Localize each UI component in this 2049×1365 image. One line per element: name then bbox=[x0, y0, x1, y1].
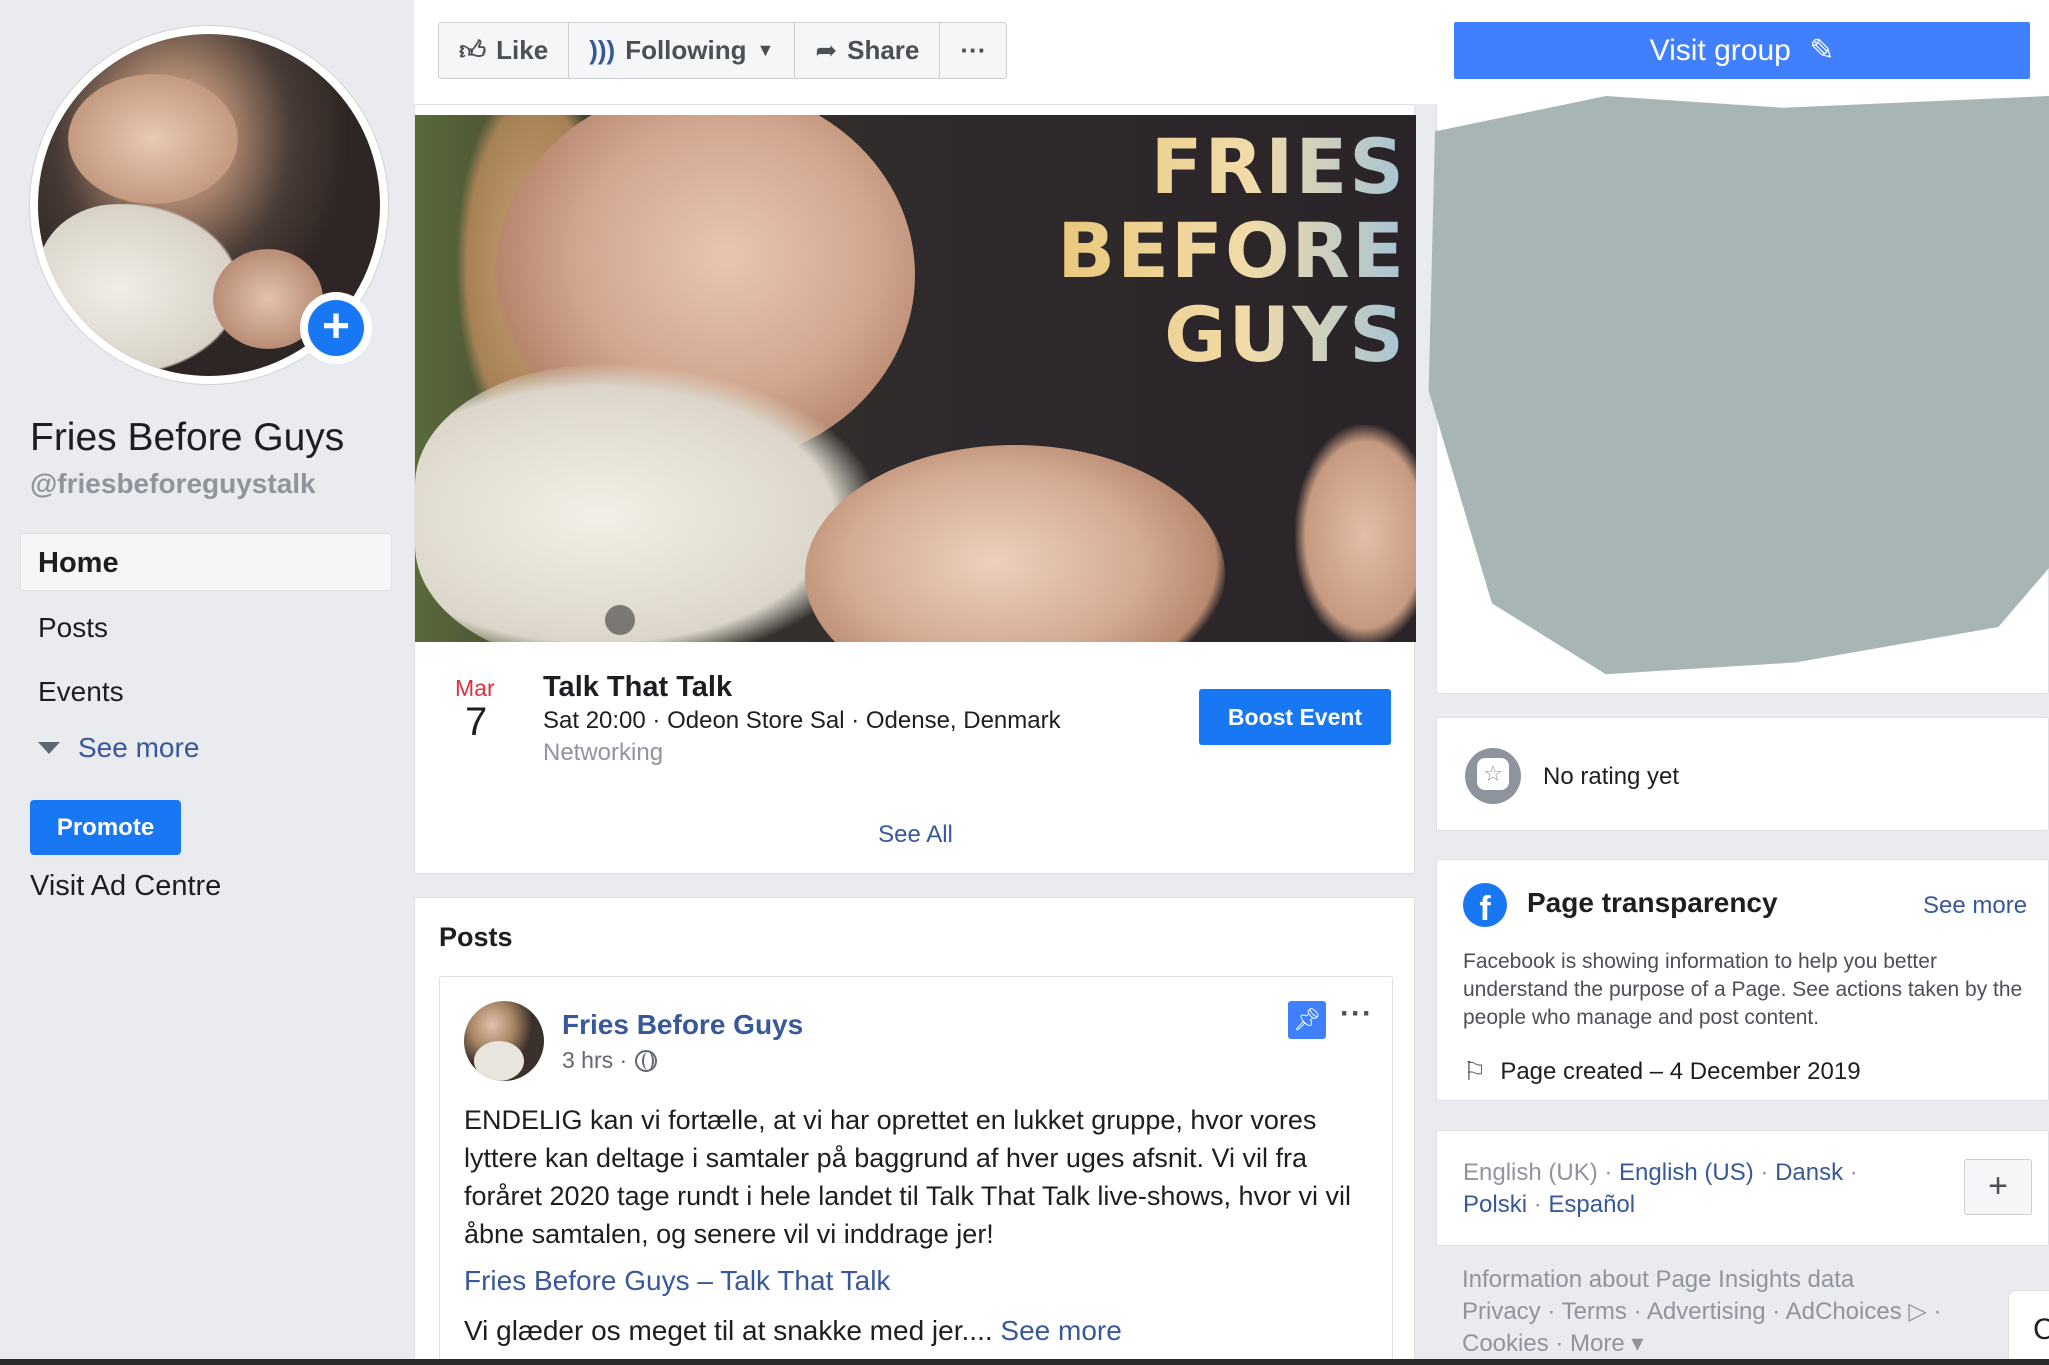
language-list: English (UK) · English (US) · Dansk · Po… bbox=[1463, 1159, 1858, 1218]
language-card: English (UK) · English (US) · Dansk · Po… bbox=[1436, 1130, 2049, 1246]
following-button[interactable]: ))) Following ▼ bbox=[569, 23, 796, 78]
visit-group-button[interactable]: Visit group ✎ bbox=[1454, 22, 2030, 79]
footer-links-more[interactable]: Cookies · More ▾ bbox=[1462, 1328, 2032, 1360]
post-link[interactable]: Fries Before Guys – Talk That Talk bbox=[464, 1265, 890, 1297]
cover-title-line-1: FRIES bbox=[1057, 125, 1406, 209]
flag-icon: ⚐ bbox=[1463, 1056, 1487, 1086]
review-icon bbox=[1465, 748, 1521, 804]
language-polski[interactable]: Polski bbox=[1463, 1191, 1527, 1218]
post-body-snippet: Vi glæder os meget til at snakke med jer… bbox=[464, 1315, 993, 1346]
cover-title-text: FRIES BEFORE GUYS bbox=[1057, 125, 1406, 377]
page-footer: Information about Page Insights data Pri… bbox=[1462, 1264, 2032, 1360]
pinned-post: Fries Before Guys 3 hrs · 📌︎ ··· ENDELIG… bbox=[439, 976, 1393, 1365]
post-timestamp[interactable]: 3 hrs · bbox=[562, 1047, 627, 1074]
share-button[interactable]: ➦ Share bbox=[795, 23, 941, 78]
rating-card: No rating yet bbox=[1436, 717, 2049, 831]
language-espanol[interactable]: Español bbox=[1548, 1191, 1635, 1218]
rating-text: No rating yet bbox=[1543, 763, 1680, 790]
pencil-icon: ✎ bbox=[1809, 34, 1835, 67]
pin-icon[interactable]: 📌︎ bbox=[1288, 1001, 1326, 1039]
footer-links[interactable]: Privacy · Terms · Advertising · AdChoice… bbox=[1462, 1296, 2032, 1328]
cover-title-line-3: GUYS bbox=[1057, 293, 1406, 377]
page-created-info: ⚐ Page created – 4 December 2019 bbox=[1463, 1056, 1861, 1087]
sidebar-see-more[interactable]: See more bbox=[38, 732, 199, 764]
page-transparency-card: f Page transparency See more Facebook is… bbox=[1436, 859, 2049, 1101]
event-title[interactable]: Talk That Talk bbox=[543, 671, 732, 704]
following-label: Following bbox=[625, 35, 747, 65]
window-bottom-edge bbox=[0, 1359, 2049, 1365]
page-title[interactable]: Fries Before Guys bbox=[30, 416, 344, 460]
more-icon: ··· bbox=[960, 35, 987, 65]
sidebar-see-more-label: See more bbox=[78, 732, 200, 763]
transparency-title: Page transparency bbox=[1527, 887, 1778, 918]
event-cover-image[interactable]: FRIES BEFORE GUYS bbox=[415, 115, 1416, 642]
post-author-avatar[interactable] bbox=[464, 1001, 544, 1081]
rss-icon: ))) bbox=[589, 35, 616, 65]
event-details: Sat 20:00 · Odeon Store Sal · Odense, De… bbox=[543, 707, 1061, 734]
event-day: 7 bbox=[465, 700, 488, 744]
language-dansk[interactable]: Dansk bbox=[1775, 1159, 1843, 1186]
see-all-events-link[interactable]: See All bbox=[415, 821, 1416, 849]
footer-insights-link[interactable]: Information about Page Insights data bbox=[1462, 1264, 2032, 1296]
more-actions-button[interactable]: ··· bbox=[940, 23, 1006, 78]
posts-card: Posts Fries Before Guys 3 hrs · 📌︎ ··· E… bbox=[414, 897, 1415, 1365]
language-current: English (UK) bbox=[1463, 1159, 1598, 1186]
sidebar-item-posts[interactable]: Posts bbox=[38, 612, 108, 644]
share-label: Share bbox=[847, 35, 920, 65]
caret-down-icon: ▼ bbox=[756, 40, 775, 60]
event-month: Mar bbox=[455, 675, 495, 701]
page-actions: 👍︎ Like ))) Following ▼ ➦ Share ··· bbox=[438, 22, 1008, 79]
visit-ad-centre-link[interactable]: Visit Ad Centre bbox=[30, 870, 221, 903]
add-profile-photo-button[interactable]: + bbox=[300, 292, 372, 364]
promote-button[interactable]: Promote bbox=[30, 800, 181, 855]
caret-down-icon bbox=[38, 742, 60, 754]
share-arrow-icon: ➦ bbox=[815, 35, 838, 65]
boost-event-button[interactable]: Boost Event bbox=[1199, 689, 1391, 745]
post-see-more-link[interactable]: See more bbox=[1000, 1315, 1121, 1346]
more-languages-button[interactable]: + bbox=[1964, 1159, 2032, 1215]
redacted-area bbox=[1428, 96, 2049, 675]
post-body-continued: Vi glæder os meget til at snakke med jer… bbox=[464, 1315, 1122, 1347]
chat-tab[interactable]: C bbox=[2008, 1290, 2049, 1360]
post-author-name[interactable]: Fries Before Guys bbox=[562, 1009, 803, 1041]
left-sidebar: + Fries Before Guys @friesbeforeguystalk… bbox=[0, 0, 412, 1365]
thumbs-up-icon: 👍︎ bbox=[459, 35, 487, 65]
event-card: FRIES BEFORE GUYS Mar 7 Talk That Talk S… bbox=[414, 104, 1416, 874]
like-label: Like bbox=[496, 35, 549, 65]
visit-group-label: Visit group bbox=[1649, 34, 1791, 67]
page-created-text: Page created – 4 December 2019 bbox=[1500, 1057, 1861, 1085]
transparency-description: Facebook is showing information to help … bbox=[1463, 950, 2023, 1029]
post-body: ENDELIG kan vi fortælle, at vi har opret… bbox=[464, 1105, 1351, 1249]
cover-title-line-2: BEFORE bbox=[1057, 206, 1406, 295]
transparency-see-more-link[interactable]: See more bbox=[1923, 892, 2027, 920]
sidebar-item-home[interactable]: Home bbox=[20, 533, 392, 591]
plus-icon: + bbox=[308, 300, 364, 356]
page-handle[interactable]: @friesbeforeguystalk bbox=[30, 468, 316, 500]
post-options-button[interactable]: ··· bbox=[1340, 997, 1373, 1031]
language-english-us[interactable]: English (US) bbox=[1619, 1159, 1754, 1186]
sidebar-item-events[interactable]: Events bbox=[38, 676, 124, 708]
post-meta: 3 hrs · bbox=[562, 1047, 658, 1074]
posts-heading: Posts bbox=[439, 922, 513, 952]
globe-icon bbox=[635, 1049, 658, 1072]
facebook-icon: f bbox=[1463, 883, 1507, 927]
event-category: Networking bbox=[543, 739, 664, 766]
like-button[interactable]: 👍︎ Like bbox=[439, 23, 570, 78]
